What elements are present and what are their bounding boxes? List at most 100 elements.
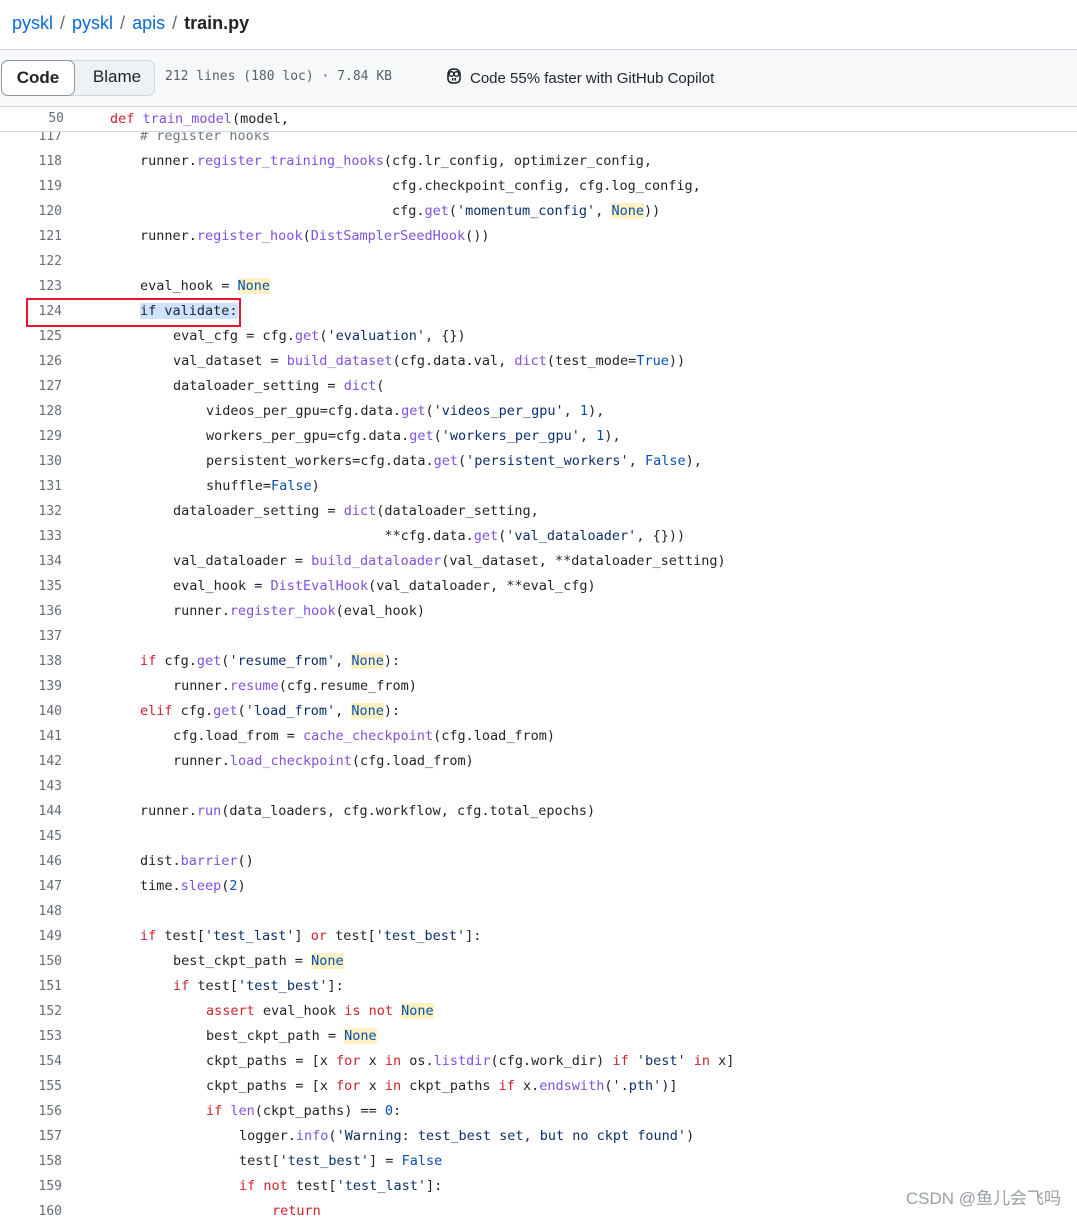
line-number[interactable]: 122 <box>0 249 62 274</box>
code-line[interactable]: 147 time.sleep(2) <box>0 874 1077 899</box>
code-line[interactable]: 125 eval_cfg = cfg.get('evaluation', {}) <box>0 324 1077 349</box>
sticky-scope-header[interactable]: 50 def train_model(model, <box>0 108 1077 132</box>
line-number[interactable]: 125 <box>0 324 62 349</box>
code-line[interactable]: 128 videos_per_gpu=cfg.data.get('videos_p… <box>0 399 1077 424</box>
line-number[interactable]: 128 <box>0 399 62 424</box>
code-line[interactable]: 139 runner.resume(cfg.resume_from) <box>0 674 1077 699</box>
code-line[interactable]: 146 dist.barrier() <box>0 849 1077 874</box>
code-line[interactable]: 132 dataloader_setting = dict(dataloader_… <box>0 499 1077 524</box>
line-number[interactable]: 121 <box>0 224 62 249</box>
line-number[interactable]: 160 <box>0 1199 62 1219</box>
code-line[interactable]: 135 eval_hook = DistEvalHook(val_dataload… <box>0 574 1077 599</box>
code-line[interactable]: 118 runner.register_training_hooks(cfg.lr… <box>0 149 1077 174</box>
code-line[interactable]: 152 assert eval_hook is not None <box>0 999 1077 1024</box>
line-number[interactable]: 141 <box>0 724 62 749</box>
code-line[interactable]: 131 shuffle=False) <box>0 474 1077 499</box>
line-number[interactable]: 50 <box>0 108 64 130</box>
code-line[interactable]: 123 eval_hook = None <box>0 274 1077 299</box>
line-number[interactable]: 136 <box>0 599 62 624</box>
line-number[interactable]: 137 <box>0 624 62 649</box>
code-content: ckpt_paths = [x for x in ckpt_paths if x… <box>206 1074 678 1099</box>
code-text: )) <box>643 203 661 219</box>
code-view[interactable]: 117 # register hooks 118 runner.register_tr… <box>0 124 1077 1219</box>
code-line[interactable]: 122 <box>0 249 1077 274</box>
line-number[interactable]: 151 <box>0 974 62 999</box>
code-line[interactable]: 134 val_dataloader = build_dataloader(val… <box>0 549 1077 574</box>
line-number[interactable]: 132 <box>0 499 62 524</box>
line-number[interactable]: 150 <box>0 949 62 974</box>
code-line[interactable]: 149 if test['test_last'] or test['test_be… <box>0 924 1077 949</box>
code-line[interactable]: 129 workers_per_gpu=cfg.data.get('workers… <box>0 424 1077 449</box>
line-number[interactable]: 134 <box>0 549 62 574</box>
number-literal: False <box>401 1153 443 1169</box>
line-number[interactable]: 126 <box>0 349 62 374</box>
code-line[interactable]: 124 if validate: <box>0 299 1077 324</box>
line-number[interactable]: 135 <box>0 574 62 599</box>
code-line[interactable]: 138 if cfg.get('resume_from', None): <box>0 649 1077 674</box>
line-number[interactable]: 127 <box>0 374 62 399</box>
line-number[interactable]: 157 <box>0 1124 62 1149</box>
line-number[interactable]: 156 <box>0 1099 62 1124</box>
code-line[interactable]: 133 **cfg.data.get('val_dataloader', {})… <box>0 524 1077 549</box>
code-line[interactable]: 150 best_ckpt_path = None <box>0 949 1077 974</box>
line-number[interactable]: 138 <box>0 649 62 674</box>
code-content: dist.barrier() <box>140 849 254 874</box>
breadcrumb-dir-link[interactable]: pyskl <box>72 13 113 33</box>
code-line[interactable]: 136 runner.register_hook(eval_hook) <box>0 599 1077 624</box>
code-line[interactable]: 151 if test['test_best']: <box>0 974 1077 999</box>
line-number[interactable]: 124 <box>0 299 62 324</box>
code-line[interactable]: 120 cfg.get('momentum_config', None)) <box>0 199 1077 224</box>
code-line[interactable]: 119 cfg.checkpoint_config, cfg.log_confi… <box>0 174 1077 199</box>
line-number[interactable]: 130 <box>0 449 62 474</box>
line-number[interactable]: 154 <box>0 1049 62 1074</box>
breadcrumb-root-link[interactable]: pyskl <box>12 13 53 33</box>
line-number[interactable]: 140 <box>0 699 62 724</box>
code-line[interactable]: 137 <box>0 624 1077 649</box>
blame-tab-button[interactable]: Blame <box>78 60 156 96</box>
line-number[interactable]: 147 <box>0 874 62 899</box>
line-number[interactable]: 129 <box>0 424 62 449</box>
code-line[interactable]: 141 cfg.load_from = cache_checkpoint(cfg.… <box>0 724 1077 749</box>
code-line[interactable]: 145 <box>0 824 1077 849</box>
line-number[interactable]: 143 <box>0 774 62 799</box>
code-line[interactable]: 155 ckpt_paths = [x for x in ckpt_paths i… <box>0 1074 1077 1099</box>
code-line[interactable]: 144 runner.run(data_loaders, cfg.workflow… <box>0 799 1077 824</box>
line-number[interactable]: 146 <box>0 849 62 874</box>
code-line[interactable]: 156 if len(ckpt_paths) == 0: <box>0 1099 1077 1124</box>
number-literal: 0 <box>384 1103 393 1119</box>
code-line[interactable]: 153 best_ckpt_path = None <box>0 1024 1077 1049</box>
line-number[interactable]: 120 <box>0 199 62 224</box>
line-number[interactable]: 158 <box>0 1149 62 1174</box>
code-line[interactable]: 157 logger.info('Warning: test_best set, … <box>0 1124 1077 1149</box>
line-number[interactable]: 155 <box>0 1074 62 1099</box>
code-line[interactable]: 121 runner.register_hook(DistSamplerSeedH… <box>0 224 1077 249</box>
code-line[interactable]: 142 runner.load_checkpoint(cfg.load_from) <box>0 749 1077 774</box>
line-number[interactable]: 144 <box>0 799 62 824</box>
breadcrumb-apis-link[interactable]: apis <box>132 13 165 33</box>
breadcrumb: pyskl / pyskl / apis / train.py <box>12 11 249 35</box>
line-number[interactable]: 148 <box>0 899 62 924</box>
code-line[interactable]: 158 test['test_best'] = False <box>0 1149 1077 1174</box>
line-number[interactable]: 149 <box>0 924 62 949</box>
line-number[interactable]: 145 <box>0 824 62 849</box>
code-line[interactable]: 126 val_dataset = build_dataset(cfg.data.… <box>0 349 1077 374</box>
code-line[interactable]: 154 ckpt_paths = [x for x in os.listdir(c… <box>0 1049 1077 1074</box>
line-number[interactable]: 119 <box>0 174 62 199</box>
line-number[interactable]: 118 <box>0 149 62 174</box>
code-tab-button[interactable]: Code <box>1 60 75 96</box>
line-number[interactable]: 153 <box>0 1024 62 1049</box>
copilot-promo-link[interactable]: Code 55% faster with GitHub Copilot <box>444 67 714 89</box>
code-line[interactable]: 140 elif cfg.get('load_from', None): <box>0 699 1077 724</box>
line-number[interactable]: 159 <box>0 1174 62 1199</box>
line-number[interactable]: 133 <box>0 524 62 549</box>
line-number[interactable]: 131 <box>0 474 62 499</box>
code-line[interactable]: 127 dataloader_setting = dict( <box>0 374 1077 399</box>
code-text: ( <box>425 403 434 419</box>
line-number[interactable]: 139 <box>0 674 62 699</box>
line-number[interactable]: 152 <box>0 999 62 1024</box>
line-number[interactable]: 142 <box>0 749 62 774</box>
line-number[interactable]: 123 <box>0 274 62 299</box>
code-line[interactable]: 148 <box>0 899 1077 924</box>
code-line[interactable]: 143 <box>0 774 1077 799</box>
code-line[interactable]: 130 persistent_workers=cfg.data.get('pers… <box>0 449 1077 474</box>
